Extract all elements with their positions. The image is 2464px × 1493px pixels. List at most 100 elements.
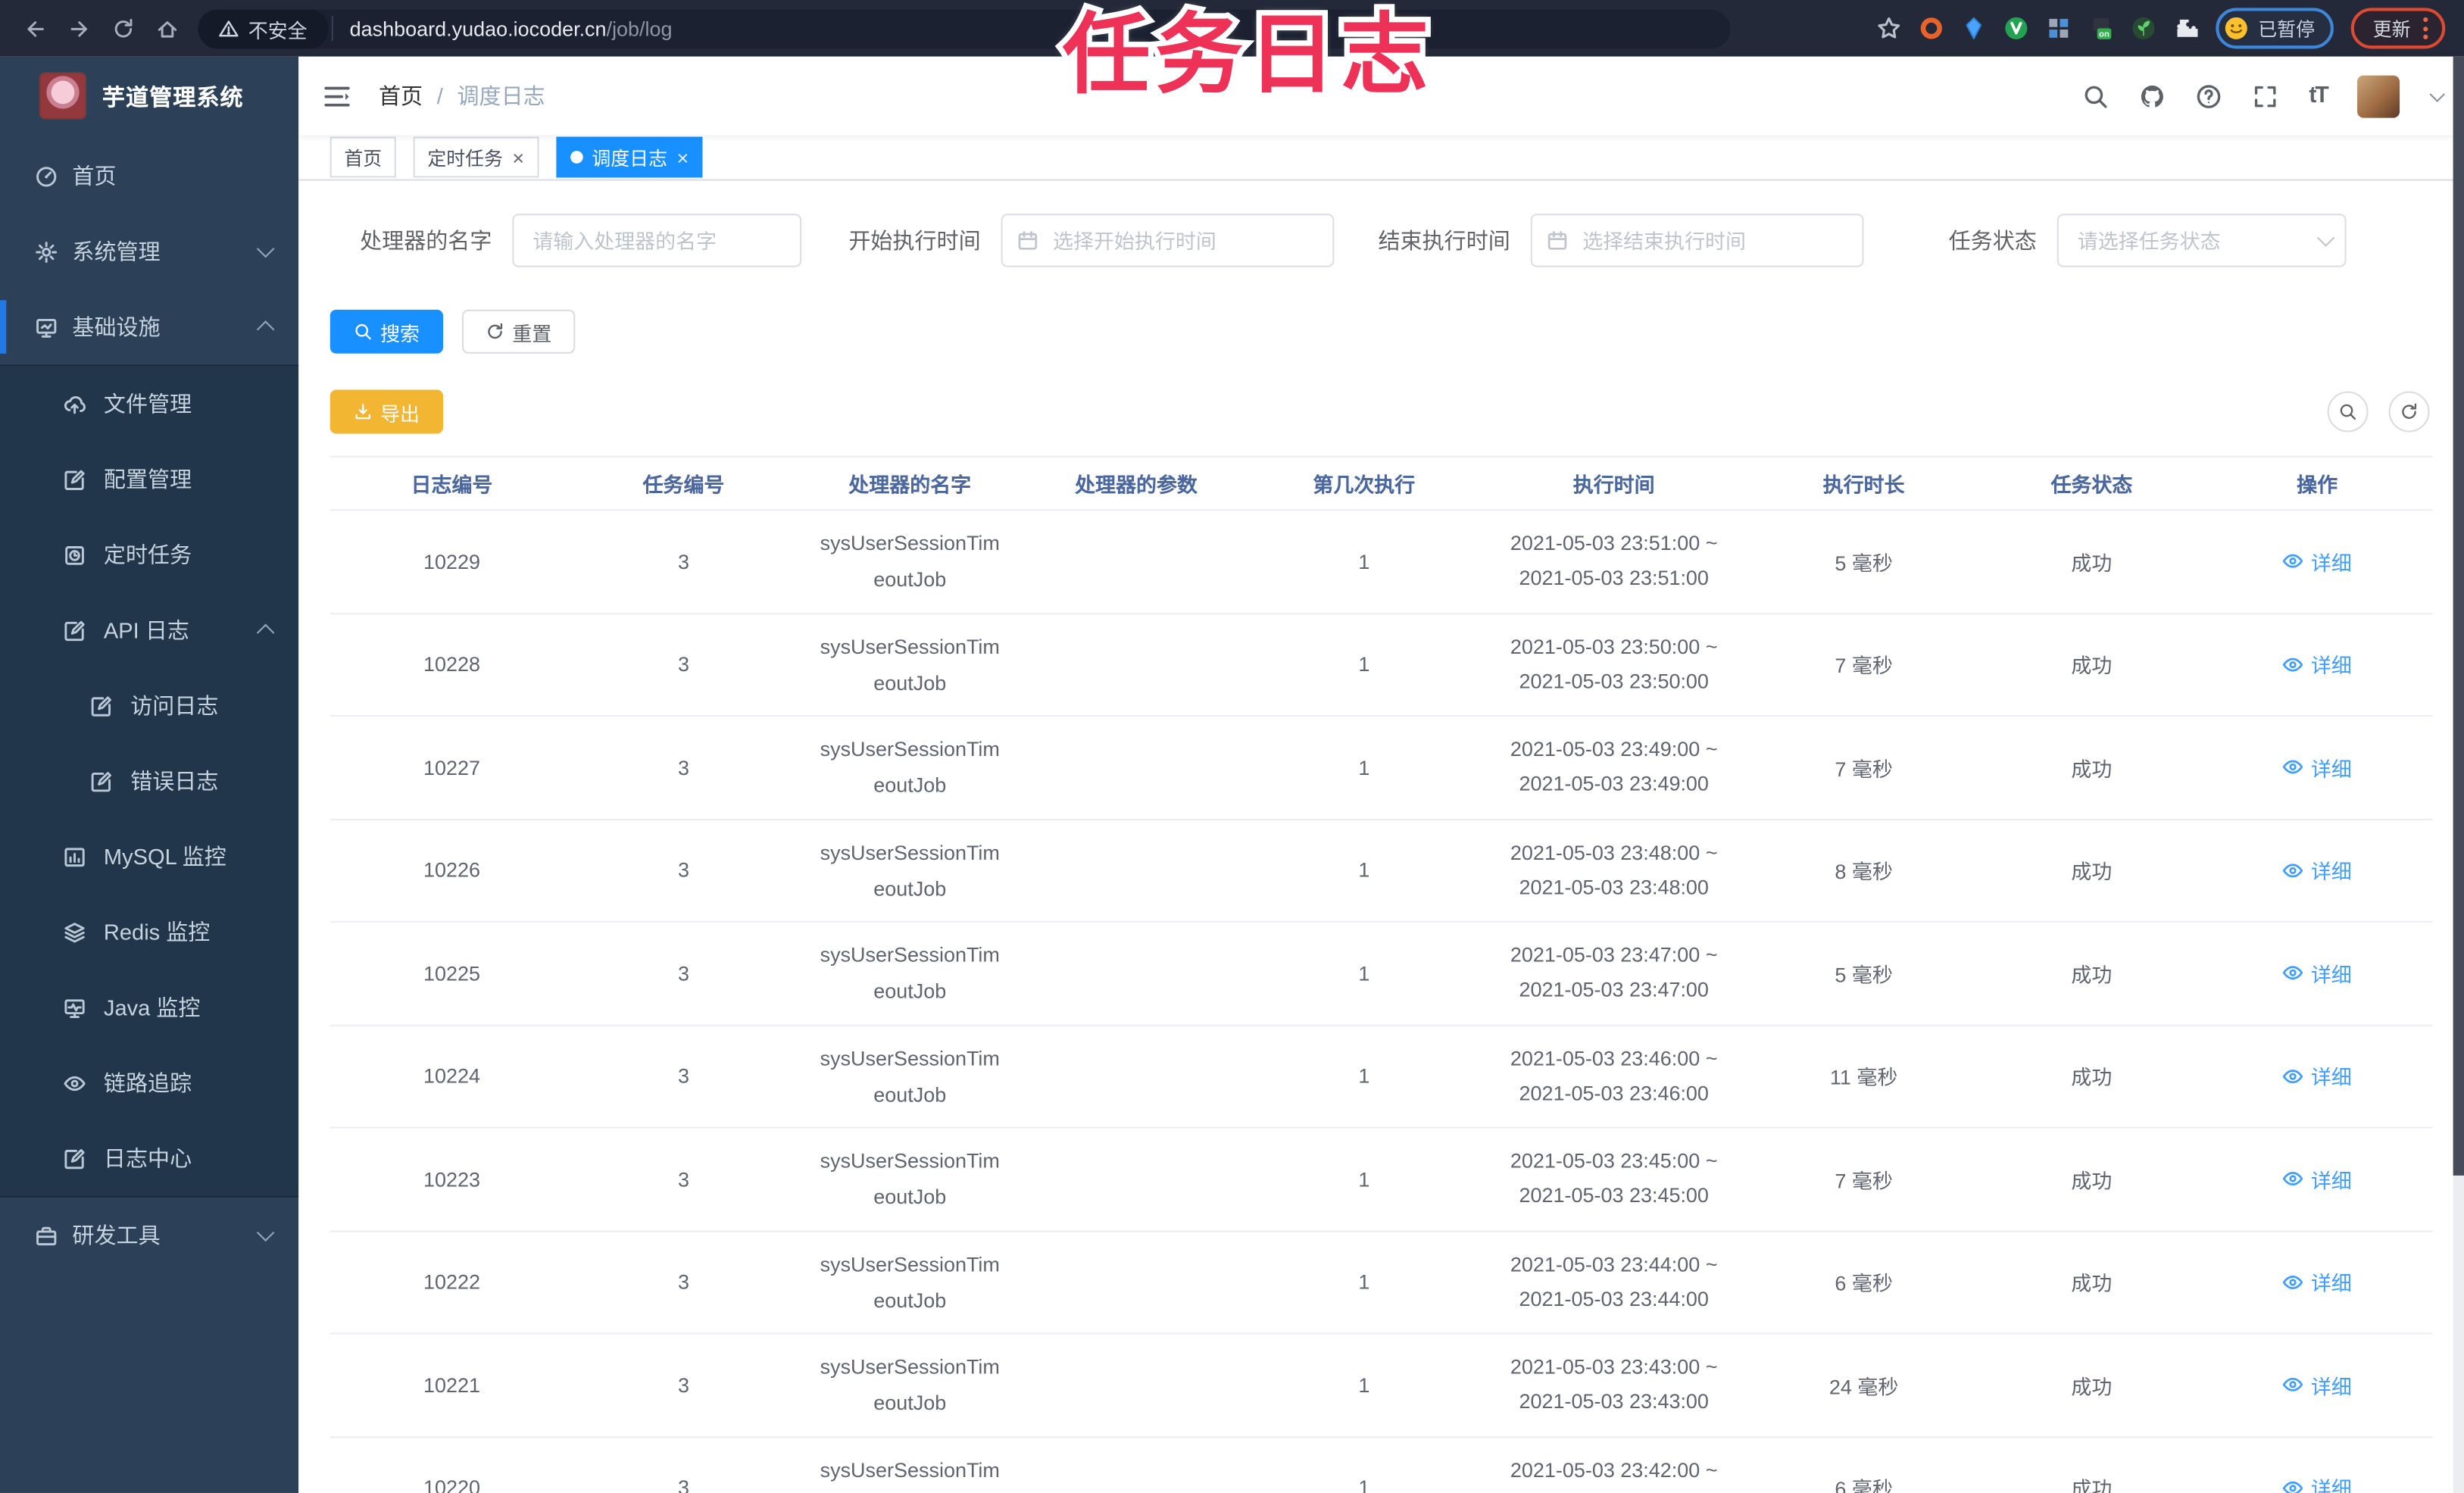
detail-link[interactable]: 详细 xyxy=(2282,958,2352,988)
close-icon[interactable]: × xyxy=(512,147,524,167)
refresh-table-button[interactable] xyxy=(2388,391,2430,433)
browser-home-button[interactable] xyxy=(145,6,189,50)
detail-link[interactable]: 详细 xyxy=(2282,752,2352,782)
search-button[interactable]: 搜索 xyxy=(329,309,444,354)
cell-handler-name: sysUserSessionTimeoutJob xyxy=(820,840,1000,901)
reload-icon xyxy=(111,17,134,40)
reset-button[interactable]: 重置 xyxy=(461,309,576,354)
extension-grid-icon[interactable] xyxy=(2046,16,2071,41)
fullscreen-icon[interactable] xyxy=(2253,83,2279,109)
docs-help-icon[interactable] xyxy=(2196,83,2222,109)
extensions-puzzle-icon[interactable] xyxy=(2173,16,2198,41)
extension-green-v-icon[interactable] xyxy=(2003,16,2028,41)
github-icon[interactable] xyxy=(2139,83,2166,109)
detail-label: 详细 xyxy=(2310,756,2352,781)
detail-link[interactable]: 详细 xyxy=(2282,1267,2352,1296)
start-time-field xyxy=(1001,214,1335,267)
sidebar-item-基础设施[interactable]: 基础设施 xyxy=(0,289,298,365)
search-icon[interactable] xyxy=(2083,83,2110,109)
hamburger-icon[interactable] xyxy=(322,81,351,111)
breadcrumb-separator: / xyxy=(436,83,443,109)
tab-调度日志[interactable]: 调度日志 × xyxy=(555,136,703,178)
sidebar-item-日志中心[interactable]: 日志中心 xyxy=(0,1120,298,1196)
sidebar-item-redis-监控[interactable]: Redis 监控 xyxy=(0,895,298,970)
cell-duration: 5 毫秒 xyxy=(1835,551,1893,575)
toggle-search-button[interactable] xyxy=(2327,391,2369,433)
sidebar-item-文件管理[interactable]: 文件管理 xyxy=(0,366,298,442)
sidebar-item-错误日志[interactable]: 错误日志 xyxy=(0,743,298,819)
cell-log-id: 10225 xyxy=(423,961,480,985)
detail-link[interactable]: 详细 xyxy=(2282,1473,2352,1493)
browser-update-button[interactable]: 更新 xyxy=(2350,8,2446,49)
sidebar-item-配置管理[interactable]: 配置管理 xyxy=(0,442,298,517)
sidebar-item-java-监控[interactable]: Java 监控 xyxy=(0,970,298,1045)
cell-log-id: 10228 xyxy=(423,652,480,676)
tab-首页[interactable]: 首页 xyxy=(329,136,396,178)
sidebar-item-label: 链路追踪 xyxy=(103,1070,192,1096)
eye-icon xyxy=(2282,653,2304,675)
font-size-icon[interactable]: tT xyxy=(2309,83,2328,108)
end-time-input[interactable] xyxy=(1530,214,1864,267)
sidebar-item-label: 定时任务 xyxy=(103,542,192,567)
detail-link[interactable]: 详细 xyxy=(2282,855,2352,885)
extension-on-badge-icon[interactable]: on xyxy=(2088,16,2113,41)
cell-duration: 7 毫秒 xyxy=(1835,654,1893,678)
detail-link[interactable]: 详细 xyxy=(2282,1370,2352,1399)
sidebar-item-api-日志[interactable]: API 日志 xyxy=(0,592,298,668)
browser-back-button[interactable] xyxy=(13,6,57,50)
detail-link[interactable]: 详细 xyxy=(2282,1060,2352,1090)
avatar[interactable] xyxy=(2357,74,2400,117)
cell-task-id: 3 xyxy=(677,961,689,985)
detail-link[interactable]: 详细 xyxy=(2282,1163,2352,1193)
sidebar-item-mysql-监控[interactable]: MySQL 监控 xyxy=(0,819,298,895)
cell-execute-index: 1 xyxy=(1358,1476,1370,1493)
chevron-down-icon xyxy=(256,239,275,258)
browser-reload-button[interactable] xyxy=(101,6,145,50)
edit-icon xyxy=(89,694,113,717)
handler-name-label: 处理器的名字 xyxy=(360,227,492,254)
sidebar-item-定时任务[interactable]: 定时任务 xyxy=(0,517,298,593)
tab-定时任务[interactable]: 定时任务 × xyxy=(413,136,539,178)
detail-link[interactable]: 详细 xyxy=(2282,546,2352,576)
extension-orange-ring-icon[interactable] xyxy=(1919,16,1944,41)
cell-actions: 详细 xyxy=(2202,1060,2433,1091)
sidebar-item-研发工具[interactable]: 研发工具 xyxy=(0,1198,298,1273)
cell-execute-index: 1 xyxy=(1358,858,1370,882)
calendar-icon xyxy=(1017,230,1038,251)
extension-gem-icon[interactable] xyxy=(1961,16,1986,41)
profile-paused-badge[interactable]: 已暂停 xyxy=(2216,8,2334,49)
cell-execute-time: 2021-05-03 23:48:00 ~2021-05-03 23:48:00 xyxy=(1510,840,1718,899)
sidebar: 芋道管理系统 首页系统管理基础设施 文件管理 配置管理定时任务 API 日志 访问日志错… xyxy=(0,56,299,1493)
handler-name-input[interactable] xyxy=(512,214,802,267)
page-scrollbar[interactable] xyxy=(2453,56,2464,1493)
sidebar-submenu: 文件管理 配置管理定时任务 API 日志 访问日志 错误日志 MySQL 监控 Redis … xyxy=(0,364,299,1198)
address-bar[interactable]: 不安全 dashboard.yudao.iocoder.cn/job/log xyxy=(198,8,1731,48)
bookmark-star-icon[interactable] xyxy=(1876,16,1901,41)
sidebar-item-链路追踪[interactable]: 链路追踪 xyxy=(0,1045,298,1121)
sidebar-item-首页[interactable]: 首页 xyxy=(0,139,298,214)
app-title: 芋道管理系统 xyxy=(101,86,244,111)
breadcrumb-current: 调度日志 xyxy=(457,83,545,109)
detail-link[interactable]: 详细 xyxy=(2282,649,2352,679)
cell-task-id: 3 xyxy=(677,1167,689,1192)
cell-handler-name: sysUserSessionTimeoutJob xyxy=(820,531,1000,592)
column-header: 任务状态 xyxy=(2050,473,2133,497)
extension-sprout-icon[interactable] xyxy=(2131,16,2156,41)
site-security-chip[interactable]: 不安全 xyxy=(198,8,328,48)
close-icon[interactable]: × xyxy=(676,147,689,167)
browser-forward-button[interactable] xyxy=(57,6,101,50)
export-button[interactable]: 导出 xyxy=(329,389,444,434)
sidebar-item-访问日志[interactable]: 访问日志 xyxy=(0,668,298,744)
breadcrumb-home[interactable]: 首页 xyxy=(379,80,423,111)
sidebar-logo-row[interactable]: 芋道管理系统 xyxy=(0,57,298,136)
chevron-up-icon xyxy=(256,320,275,339)
browser-menu-icon[interactable] xyxy=(2423,17,2428,39)
sidebar-item-系统管理[interactable]: 系统管理 xyxy=(0,214,298,289)
sidebar-item-label: 系统管理 xyxy=(72,239,161,264)
cell-log-id: 10220 xyxy=(423,1476,480,1493)
avatar-caret-icon[interactable] xyxy=(2429,86,2445,102)
scrollbar-thumb[interactable] xyxy=(2453,56,2464,1176)
task-status-select[interactable] xyxy=(2056,214,2347,267)
table-header-row: 日志编号 任务编号 处理器的名字 处理器的参数 第几次执行 执行时间 执行时长 任务状态 操作 xyxy=(329,455,2433,511)
start-time-input[interactable] xyxy=(1001,214,1335,267)
